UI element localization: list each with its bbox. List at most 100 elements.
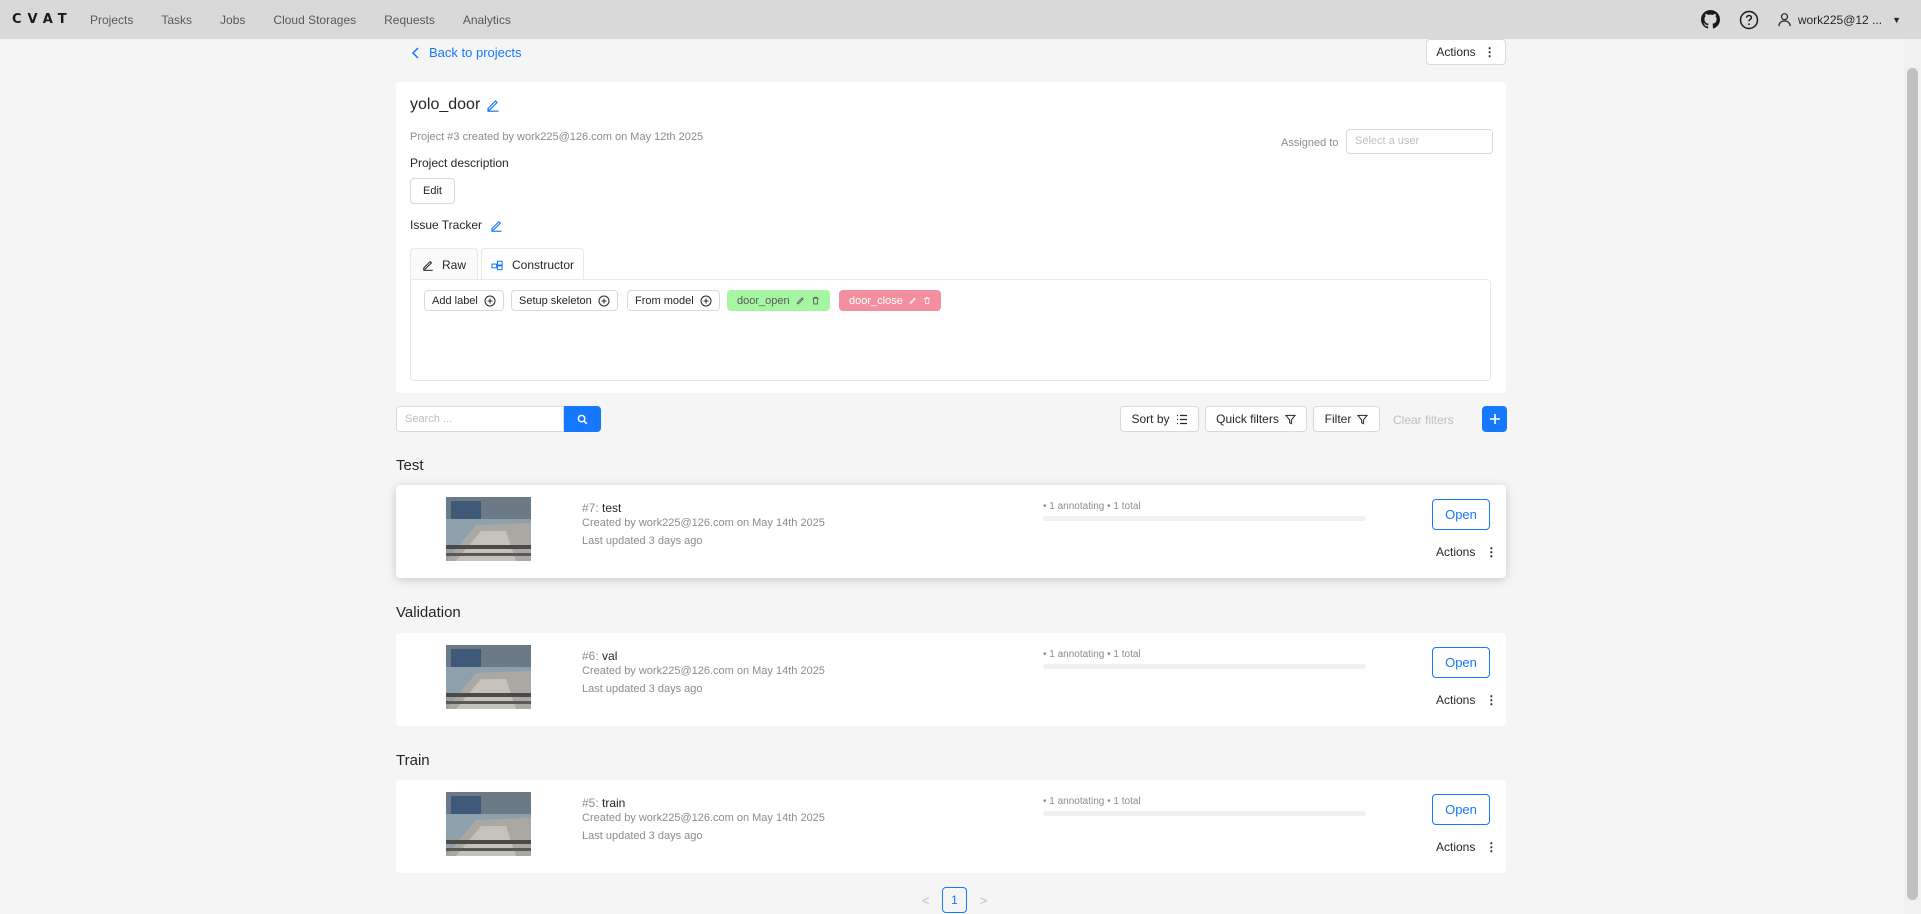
task-name[interactable]: #7: test: [582, 501, 621, 515]
nav-projects[interactable]: Projects: [90, 13, 133, 27]
task-name[interactable]: #5: train: [582, 796, 625, 810]
task-preview-image[interactable]: [446, 792, 531, 856]
task-card: #6: val Created by work225@126.com on Ma…: [396, 633, 1506, 726]
task-card: #7: test Created by work225@126.com on M…: [396, 485, 1506, 578]
edit-description-button[interactable]: Edit: [410, 178, 455, 204]
back-label: Back to projects: [429, 45, 522, 60]
plus-circle-icon: [598, 295, 610, 306]
nav-analytics[interactable]: Analytics: [463, 13, 511, 27]
user-menu[interactable]: work225@12 ... ▼: [1777, 12, 1901, 27]
cvat-logo[interactable]: CVAT: [12, 12, 73, 27]
project-actions-button[interactable]: Actions ⋮: [1426, 39, 1506, 65]
task-progress-bar: [1043, 516, 1366, 521]
task-progress-bar: [1043, 811, 1366, 816]
filter-button[interactable]: Filter: [1313, 406, 1380, 432]
search-button[interactable]: [564, 406, 601, 432]
constructor-panel: Add label Setup skeleton From model door…: [410, 279, 1491, 381]
edit-icon[interactable]: [796, 295, 805, 306]
task-preview-image[interactable]: [446, 497, 531, 561]
plus-icon: [1489, 414, 1500, 424]
task-created: Created by work225@126.com on May 14th 2…: [582, 665, 825, 677]
delete-icon[interactable]: [811, 295, 820, 306]
quick-filters-button[interactable]: Quick filters: [1205, 406, 1307, 432]
project-title: yolo_door: [410, 96, 500, 114]
task-actions-button[interactable]: Actions ⋮: [1436, 693, 1497, 707]
nav-requests[interactable]: Requests: [384, 13, 435, 27]
task-name-text: test: [602, 501, 622, 515]
header-right: work225@12 ... ▼: [1683, 0, 1901, 39]
issue-tracker: Issue Tracker: [410, 218, 503, 232]
scrollbar-thumb[interactable]: [1907, 68, 1918, 900]
github-icon[interactable]: [1701, 10, 1721, 30]
open-task-button[interactable]: Open: [1432, 499, 1490, 530]
more-vertical-icon: ⋮: [1485, 840, 1498, 854]
task-name-text: train: [602, 796, 626, 810]
nav-jobs[interactable]: Jobs: [220, 13, 245, 27]
next-page-button[interactable]: >: [971, 893, 996, 908]
edit-icon[interactable]: [490, 219, 503, 232]
task-actions-button[interactable]: Actions ⋮: [1436, 840, 1497, 854]
from-model-button[interactable]: From model: [627, 290, 720, 311]
sort-by-button[interactable]: Sort by: [1120, 406, 1199, 432]
plus-circle-icon: [700, 295, 712, 306]
more-vertical-icon: ⋮: [1483, 45, 1496, 59]
task-actions-button[interactable]: Actions ⋮: [1436, 545, 1497, 559]
tab-raw[interactable]: Raw: [410, 248, 478, 280]
task-progress-text: • 1 annotating • 1 total: [1043, 649, 1141, 660]
project-actions-label: Actions: [1436, 45, 1476, 59]
task-preview-image[interactable]: [446, 645, 531, 709]
label-name: door_open: [737, 294, 790, 307]
project-details-card: yolo_door Project #3 created by work225@…: [396, 82, 1506, 393]
user-icon: [1778, 13, 1791, 27]
label-tag[interactable]: door_open: [727, 290, 830, 311]
add-label-text: Add label: [432, 294, 478, 307]
add-label-button[interactable]: Add label: [424, 290, 504, 311]
task-name[interactable]: #6: val: [582, 649, 617, 663]
label-name: door_close: [849, 294, 903, 307]
task-updated: Last updated 3 days ago: [582, 683, 703, 695]
task-id: #5:: [582, 796, 603, 810]
edit-icon[interactable]: [486, 98, 500, 112]
task-actions-label: Actions: [1436, 693, 1476, 707]
caret-down-icon: ▼: [1892, 14, 1901, 25]
task-name-text: val: [602, 649, 618, 663]
main-nav: Projects Tasks Jobs Cloud Storages Reque…: [90, 0, 539, 39]
setup-skeleton-button[interactable]: Setup skeleton: [511, 290, 618, 311]
plus-circle-icon: [484, 295, 496, 306]
delete-icon[interactable]: [923, 295, 931, 306]
open-task-button[interactable]: Open: [1432, 647, 1490, 678]
help-icon[interactable]: [1739, 10, 1759, 30]
clear-filters-button[interactable]: Clear filters: [1393, 413, 1454, 427]
task-created: Created by work225@126.com on May 14th 2…: [582, 517, 825, 529]
assigned-to-label: Assigned to: [1281, 137, 1339, 149]
sort-by-label: Sort by: [1131, 412, 1170, 426]
open-task-button[interactable]: Open: [1432, 794, 1490, 825]
project-description-label: Project description: [410, 156, 509, 170]
more-vertical-icon: ⋮: [1485, 545, 1498, 559]
task-progress-text: • 1 annotating • 1 total: [1043, 501, 1141, 512]
search-icon: [577, 414, 588, 424]
issue-tracker-label: Issue Tracker: [410, 218, 483, 232]
nav-cloud-storages[interactable]: Cloud Storages: [273, 13, 356, 27]
search-input[interactable]: Search ...: [396, 406, 564, 432]
more-vertical-icon: ⋮: [1485, 693, 1498, 707]
create-task-button[interactable]: [1482, 406, 1507, 432]
tab-constructor[interactable]: Constructor: [481, 248, 584, 280]
task-updated: Last updated 3 days ago: [582, 535, 703, 547]
task-id: #6:: [582, 649, 603, 663]
project-title-text[interactable]: yolo_door: [410, 96, 480, 114]
section-title: Train: [396, 752, 430, 769]
assignee-select[interactable]: Select a user: [1346, 129, 1493, 154]
arrow-left-icon: [411, 46, 419, 59]
label-tag[interactable]: door_close: [839, 290, 941, 311]
tab-raw-label: Raw: [441, 257, 466, 272]
nav-tasks[interactable]: Tasks: [161, 13, 192, 27]
edit-icon[interactable]: [909, 295, 917, 306]
quick-filters-label: Quick filters: [1216, 412, 1279, 426]
prev-page-button[interactable]: <: [913, 893, 938, 908]
back-to-projects-link[interactable]: Back to projects: [411, 45, 522, 60]
task-actions-label: Actions: [1436, 840, 1476, 854]
task-progress-text: • 1 annotating • 1 total: [1043, 796, 1141, 807]
page-1-button[interactable]: 1: [942, 887, 967, 913]
filter-label: Filter: [1324, 412, 1352, 426]
